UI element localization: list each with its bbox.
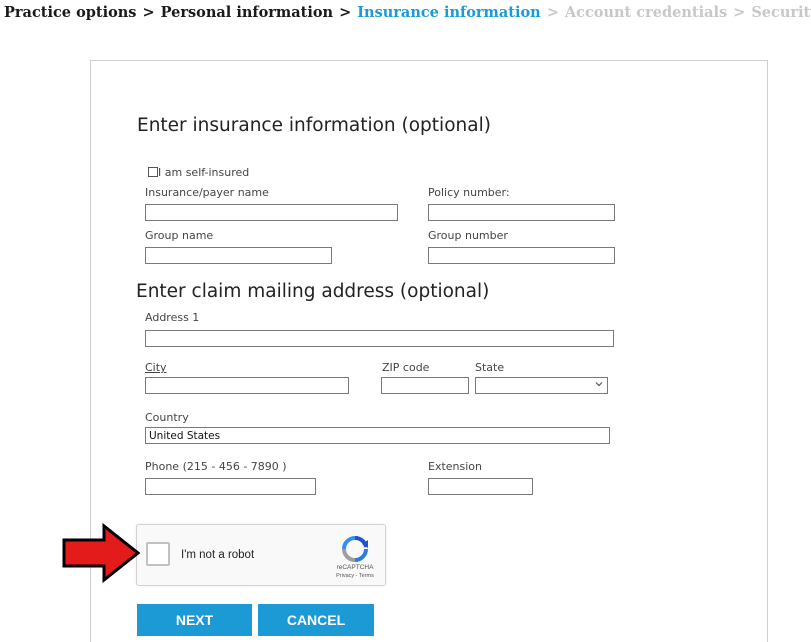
- recaptcha-widget: I'm not a robot reCAPTCHA Privacy - Term…: [136, 524, 386, 586]
- recaptcha-checkbox[interactable]: [146, 542, 170, 566]
- group-name-input[interactable]: [145, 247, 332, 264]
- recaptcha-brand: reCAPTCHA: [336, 564, 374, 571]
- breadcrumb-step-insurance-information[interactable]: Insurance information: [357, 4, 541, 21]
- group-number-input[interactable]: [428, 247, 615, 264]
- page: Practice options > Personal information > In…: [0, 0, 811, 642]
- claim-address-heading: Enter claim mailing address (optional): [136, 281, 490, 302]
- group-name-label: Group name: [145, 229, 214, 242]
- chevron-down-icon: [595, 380, 603, 391]
- policy-number-input[interactable]: [428, 204, 615, 221]
- city-input[interactable]: [145, 377, 349, 394]
- address1-label: Address 1: [145, 311, 200, 324]
- breadcrumb-step-account-credentials: Account credentials: [564, 4, 728, 21]
- self-insured-checkbox[interactable]: [148, 167, 158, 177]
- address1-input[interactable]: [145, 330, 614, 347]
- payer-name-label: Insurance/payer name: [145, 186, 269, 199]
- group-number-label: Group number: [428, 229, 508, 242]
- zip-code-label: ZIP code: [382, 361, 430, 374]
- breadcrumb-separator: >: [733, 4, 746, 21]
- breadcrumb-separator: >: [142, 4, 155, 21]
- city-label: City: [145, 361, 167, 374]
- recaptcha-label: I'm not a robot: [181, 549, 255, 561]
- policy-number-label: Policy number:: [428, 186, 510, 199]
- payer-name-input[interactable]: [145, 204, 398, 221]
- country-input[interactable]: [145, 427, 610, 444]
- state-select[interactable]: [475, 377, 608, 394]
- cancel-button[interactable]: CANCEL: [258, 604, 374, 636]
- breadcrumb-step-security-questions: Security Questions: [751, 4, 811, 21]
- country-label: Country: [145, 411, 189, 424]
- zip-code-input[interactable]: [381, 377, 469, 394]
- breadcrumb: Practice options > Personal information > In…: [4, 4, 811, 21]
- self-insured-label: I am self-insured: [158, 166, 250, 179]
- breadcrumb-separator: >: [546, 4, 559, 21]
- phone-label: Phone (215 - 456 - 7890 ): [145, 460, 287, 473]
- breadcrumb-separator: >: [339, 4, 352, 21]
- recaptcha-privacy-terms-link[interactable]: Privacy - Terms: [327, 573, 383, 579]
- breadcrumb-step-practice-options[interactable]: Practice options: [4, 4, 136, 21]
- extension-label: Extension: [428, 460, 483, 473]
- insurance-heading: Enter insurance information (optional): [137, 115, 491, 136]
- phone-input[interactable]: [145, 478, 316, 495]
- next-button[interactable]: NEXT: [137, 604, 252, 636]
- recaptcha-icon: [340, 535, 370, 567]
- extension-input[interactable]: [428, 478, 533, 495]
- state-label: State: [475, 361, 505, 374]
- breadcrumb-step-personal-information[interactable]: Personal information: [161, 4, 333, 21]
- arrow-right-icon: [60, 522, 141, 587]
